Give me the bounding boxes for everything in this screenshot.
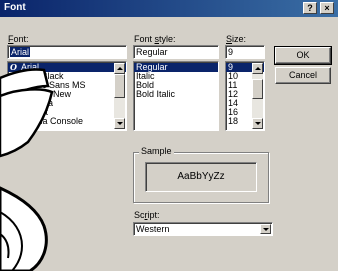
font-style-label-rest: tyle: [159, 34, 176, 44]
script-value: Western [136, 224, 170, 234]
font-list-items: O Arial O Arial Black O Comic Sans MS O Courier… [8, 62, 126, 126]
annotation-stroke-inner [0, 211, 24, 271]
font-scroll-down-button[interactable] [114, 118, 125, 129]
script-label: Script: [134, 210, 160, 220]
help-button[interactable]: ? [303, 2, 317, 14]
size-scroll-down-button[interactable] [252, 118, 263, 129]
size-scroll-up-button[interactable] [252, 63, 263, 74]
sample-preview: AaBbYyZz [145, 162, 257, 192]
chevron-up-icon [255, 67, 261, 70]
font-style-list-item-label: Bold Italic [136, 89, 176, 99]
close-button[interactable]: × [320, 2, 334, 14]
font-style-list-items: Regular Italic Bold Bold Italic [134, 62, 218, 99]
size-scroll-thumb[interactable] [252, 79, 263, 99]
script-dropdown-button[interactable] [260, 224, 271, 234]
font-scroll-up-button[interactable] [114, 63, 125, 74]
script-select[interactable]: Western [133, 222, 273, 236]
font-label-rest: ont: [13, 34, 29, 44]
cancel-button[interactable]: Cancel [275, 67, 331, 84]
font-style-list-item[interactable]: Bold Italic [134, 90, 218, 99]
chevron-up-icon [117, 67, 123, 70]
size-list[interactable]: 9 10 11 12 14 16 18 [225, 61, 265, 131]
ok-button[interactable]: OK [274, 46, 332, 65]
size-list-scrollbar[interactable] [252, 63, 263, 129]
window-title: Font [4, 2, 26, 13]
title-bar[interactable]: Font ? × [0, 0, 338, 17]
font-style-label: Font style: [134, 34, 176, 44]
size-label-rest: ize: [232, 34, 247, 44]
font-style-label-pre: Font [134, 34, 155, 44]
size-list-item-label: 18 [228, 116, 239, 126]
font-style-list[interactable]: Regular Italic Bold Bold Italic [133, 61, 219, 131]
chevron-down-icon [255, 122, 261, 125]
size-label: Size: [226, 34, 246, 44]
font-scroll-thumb[interactable] [114, 74, 125, 98]
font-style-input[interactable]: Regular [133, 45, 219, 59]
annotation-stroke-inner-2 [0, 233, 10, 259]
font-list-item[interactable]: O Lucida Console [8, 117, 126, 126]
font-label: Font: [8, 34, 29, 44]
sample-group-title: Sample [139, 146, 174, 156]
font-list[interactable]: O Arial O Arial Black O Comic Sans MS O Courier… [7, 61, 127, 131]
font-dialog: Font ? × Font: Arial O Arial O Arial Black O… [0, 0, 338, 271]
chevron-down-icon [117, 122, 123, 125]
font-style-value: Regular [136, 47, 168, 57]
font-list-scrollbar[interactable] [114, 63, 125, 129]
size-value: 9 [228, 47, 234, 57]
script-label-pre: Sc [134, 210, 145, 220]
chevron-down-icon [263, 228, 269, 231]
script-label-rest: ipt: [147, 210, 160, 220]
annotation-stroke-lower [0, 186, 48, 271]
font-name-value: Arial [10, 47, 31, 57]
font-list-item-label: Lucida Console [21, 116, 84, 126]
size-input[interactable]: 9 [225, 45, 265, 59]
opentype-font-icon: O [10, 116, 17, 126]
font-name-input[interactable]: Arial [7, 45, 127, 59]
